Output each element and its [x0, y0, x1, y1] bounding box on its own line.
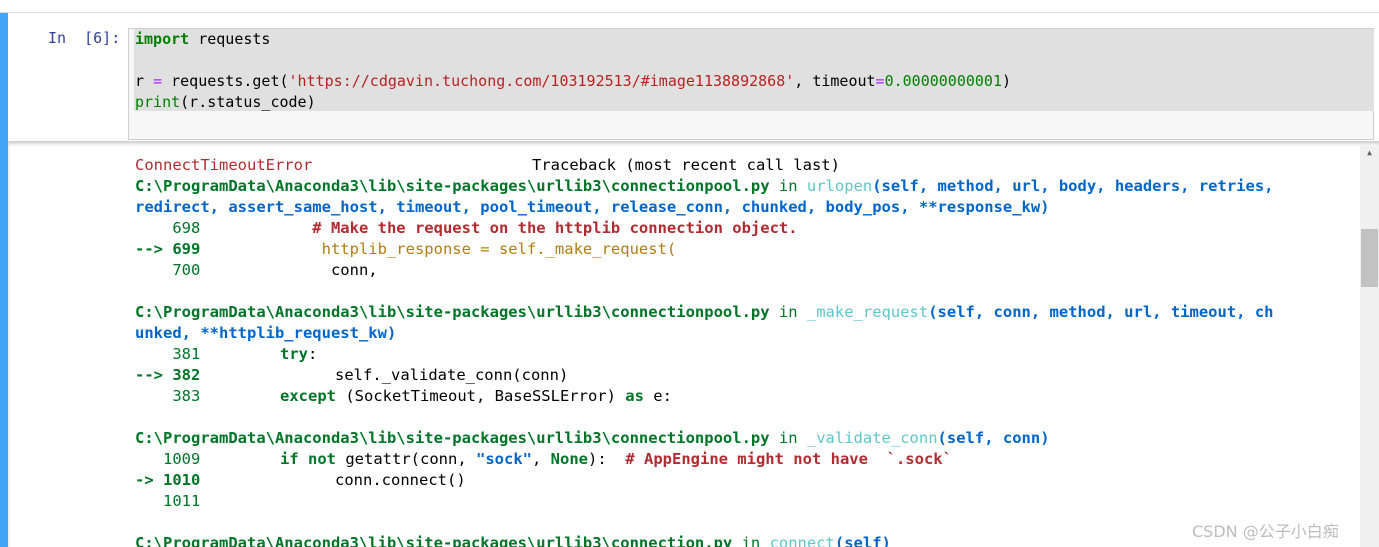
line-number: 1009 [135, 450, 201, 468]
frame-func: _make_request [806, 303, 929, 321]
print-args: (r.status_code) [180, 93, 316, 111]
code-text: conn, [200, 261, 378, 279]
code-comment: # Make the request on the httplib connec… [200, 219, 798, 237]
code-text: ): [588, 450, 626, 468]
import-target: requests [189, 30, 271, 48]
code-text: , [532, 450, 551, 468]
kwarg-op: = [875, 72, 885, 90]
frame-1-line-698: 698 # Make the request on the httplib co… [135, 218, 798, 239]
line-number: 698 [135, 219, 201, 237]
frame-in: in [732, 534, 770, 547]
error-name: ConnectTimeoutError [135, 156, 313, 174]
frame-2-args-cont: unked, **httplib_request_kw) [135, 323, 396, 344]
scrollbar-thumb[interactable] [1361, 229, 1378, 287]
if-keyword: if [280, 450, 299, 468]
traceback-header: ConnectTimeoutError Traceback (most recen… [135, 155, 840, 176]
string-literal: "sock" [476, 450, 532, 468]
not-keyword: not [308, 450, 337, 468]
line-number: 1011 [135, 492, 201, 510]
try-stmt: try: [280, 344, 317, 365]
frame-func: _validate_conn [806, 429, 938, 447]
code-text: getattr(conn, [336, 450, 476, 468]
import-keyword: import [135, 30, 190, 48]
code-line-1[interactable]: import requests [135, 29, 270, 50]
traceback-title: Traceback (most recent call last) [532, 156, 840, 174]
frame-1-line-699: --> 699 httplib_response = self._make_re… [135, 239, 676, 260]
current-line-marker: -> 1010 [135, 471, 201, 489]
if-stmt: if not getattr(conn, "sock", None): # Ap… [280, 449, 952, 470]
top-divider [0, 12, 1379, 13]
timeout-kwarg: , timeout [794, 72, 876, 90]
get-call: requests.get( [162, 72, 289, 90]
frame-path: C:\ProgramData\Anaconda3\lib\site-packag… [135, 534, 733, 547]
print-builtin: print [135, 93, 181, 111]
code-text: : [308, 345, 318, 363]
none-keyword: None [550, 450, 588, 468]
except-stmt: except (SocketTimeout, BaseSSLError) as … [280, 386, 672, 407]
frame-func: urlopen [806, 177, 873, 195]
frame-path: C:\ProgramData\Anaconda3\lib\site-packag… [135, 177, 770, 195]
frame-1-signature: C:\ProgramData\Anaconda3\lib\site-packag… [135, 176, 1274, 197]
except-keyword: except [280, 387, 336, 405]
selected-cell-indicator [0, 13, 8, 547]
frame-args-cont: unked, **httplib_request_kw) [135, 324, 397, 342]
code-text: (SocketTimeout, BaseSSLError) [336, 387, 626, 405]
output-scrollbar[interactable] [1360, 146, 1379, 547]
current-line-marker: --> 699 [135, 240, 201, 258]
frame-2-line-383: 383 except (SocketTimeout, BaseSSLError) … [135, 386, 672, 407]
close-paren: ) [1001, 72, 1012, 90]
frame-1-line-700: 700 conn, [135, 260, 378, 281]
assign-op: = [153, 72, 163, 90]
cell-output-area: ConnectTimeoutError Traceback (most recen… [8, 141, 1379, 547]
code-line-3[interactable]: print(r.status_code) [135, 92, 316, 113]
frame-args: (self, method, url, body, headers, retri… [872, 177, 1274, 195]
line-number: 700 [135, 261, 201, 279]
try-keyword: try [280, 345, 308, 363]
frame-args-cont: redirect, assert_same_host, timeout, poo… [135, 198, 1050, 216]
frame-3-line-1009: 1009 if not getattr(conn, "sock", None): … [135, 449, 952, 470]
frame-args: (self, conn) [937, 429, 1050, 447]
code-line-2[interactable]: r = requests.get('https://cdgavin.tuchon… [135, 71, 1011, 92]
frame-path: C:\ProgramData\Anaconda3\lib\site-packag… [135, 429, 770, 447]
watermark: CSDN @公子小白痴 [1192, 522, 1339, 541]
timeout-value: 0.00000000001 [884, 72, 1002, 90]
frame-3-line-1010: -> 1010 conn.connect() [135, 470, 466, 491]
notebook-page: In [6]: import requests r = requests.get… [0, 0, 1379, 547]
code-selection-highlight [134, 29, 1374, 111]
as-keyword: as [625, 387, 644, 405]
frame-3-line-1011: 1011 [135, 491, 200, 512]
input-prompt: In [6]: [48, 29, 121, 47]
line-number: 381 [135, 345, 201, 363]
frame-in: in [769, 429, 807, 447]
line-number: 383 [135, 387, 201, 405]
frame-args: (self, conn, method, url, timeout, ch [928, 303, 1274, 321]
frame-in: in [769, 177, 807, 195]
frame-path: C:\ProgramData\Anaconda3\lib\site-packag… [135, 303, 770, 321]
var-name: r [135, 72, 154, 90]
code-comment: # AppEngine might not have `.sock` [625, 450, 952, 468]
frame-2-signature: C:\ProgramData\Anaconda3\lib\site-packag… [135, 302, 1274, 323]
frame-func: connect [769, 534, 835, 547]
current-line-marker: --> 382 [135, 366, 201, 384]
frame-3-signature: C:\ProgramData\Anaconda3\lib\site-packag… [135, 428, 1050, 449]
current-line-code: self._validate_conn(conn) [335, 366, 569, 384]
triangle-up-icon[interactable]: ▲ [1360, 146, 1379, 160]
frame-2-line-381: 381 try: [135, 344, 317, 365]
frame-in: in [769, 303, 807, 321]
frame-args: (self) [834, 534, 891, 547]
frame-4-signature: C:\ProgramData\Anaconda3\lib\site-packag… [135, 533, 891, 547]
current-line-code: conn.connect() [335, 471, 466, 489]
url-string: 'https://cdgavin.tuchong.com/103192513/#… [288, 72, 795, 90]
frame-2-line-382: --> 382 self._validate_conn(conn) [135, 365, 568, 386]
current-line-code: httplib_response = self._make_request( [200, 240, 677, 258]
frame-1-args-cont: redirect, assert_same_host, timeout, poo… [135, 197, 1050, 218]
code-text: e: [643, 387, 672, 405]
